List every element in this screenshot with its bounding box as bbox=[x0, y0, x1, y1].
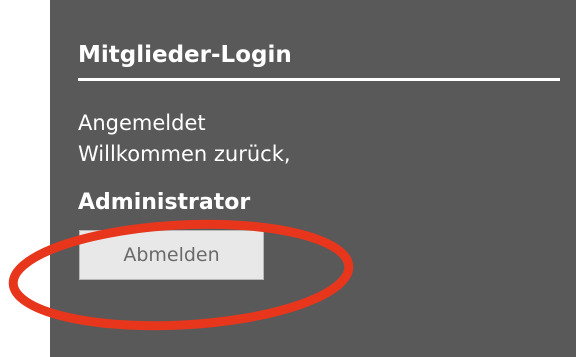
title-divider bbox=[78, 78, 560, 81]
login-panel: Mitglieder-Login Angemeldet Willkommen z… bbox=[50, 0, 576, 357]
logout-button[interactable]: Abmelden bbox=[79, 230, 264, 280]
welcome-text: Willkommen zurück, bbox=[78, 142, 291, 166]
login-status-text: Angemeldet bbox=[78, 111, 206, 135]
user-name: Administrator bbox=[78, 190, 251, 215]
panel-title: Mitglieder-Login bbox=[78, 42, 292, 68]
